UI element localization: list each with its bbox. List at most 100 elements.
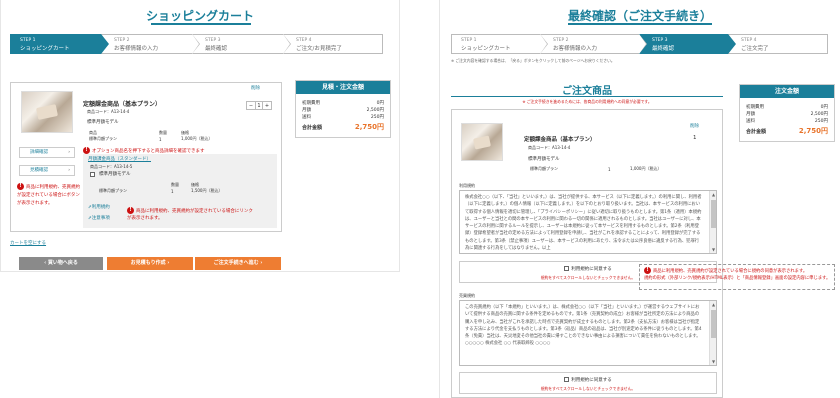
qty-value[interactable]: 1 — [255, 102, 263, 109]
step-number: STEP 1 — [20, 38, 36, 43]
quantity-stepper[interactable]: − 1 + — [246, 101, 272, 110]
title-underline — [151, 23, 251, 25]
option-code: 商品コード：A13-14-5 — [90, 164, 133, 169]
back-button-label: 買い物へ戻る — [47, 260, 78, 266]
chevron-right-icon: › — [68, 168, 70, 173]
product-option: 標準月額モデル — [87, 120, 119, 125]
step-label: 最終確認 — [652, 46, 675, 52]
alert-icon: ! — [83, 147, 90, 154]
step-1: STEP 1 ショッピングカート — [451, 34, 548, 54]
qty-plus-button[interactable]: + — [263, 102, 271, 109]
callout-button: ! 商品に利用規約、売買規約が設定されている場合にボタンが表示されます。 — [17, 183, 81, 208]
step-2: STEP 2 お客様情報の入力 — [101, 34, 200, 54]
summary-row: 送料 250円 — [302, 114, 384, 120]
terms1-text: 株式会社○○（以下、「当社」といいます。）は、当社が提供する、本サービス（以下に… — [465, 195, 702, 252]
total-label: 合計金額 — [302, 125, 323, 131]
delete-link[interactable]: 削除 — [251, 85, 260, 91]
step-label: ショッピングカート — [20, 46, 70, 52]
callout-button-text: 商品に利用規約、売買規約が設定されている場合にボタンが表示されます。 — [17, 185, 80, 206]
step-indicator: STEP 1 ショッピングカート STEP 2 お客様情報の入力 STEP 3 … — [10, 34, 383, 54]
summary-value: 250円 — [814, 119, 828, 124]
product-code: 商品コード：A13-14-4 — [87, 109, 130, 114]
terms-link-a[interactable]: ⇗利用規約 — [88, 204, 110, 210]
agree1-checkbox[interactable] — [564, 266, 570, 271]
detail-button[interactable]: 詳細確認 › — [19, 147, 75, 158]
summary-row: 月額 2,500円 — [746, 111, 828, 117]
delete-link[interactable]: 削除 — [690, 123, 699, 129]
summary-label: 初期費用 — [302, 101, 320, 106]
agree2-sub: 規約をすべてスクロールしないとチェックできません。 — [540, 386, 636, 391]
summary-label: 月額 — [302, 108, 311, 113]
step-2: STEP 2 お客様情報の入力 — [540, 34, 647, 54]
step-number: STEP 4 — [741, 38, 757, 43]
terms1-scrollbox[interactable]: 株式会社○○（以下、「当社」といいます。）は、当社が提供する、本サービス（以下に… — [459, 190, 717, 254]
callout-agree-text: 商品に利用規約、売買規約が設定されている場合に規約の同意が表示されます。 — [653, 269, 808, 274]
order-button[interactable]: ご注文手続きへ進む › — [195, 257, 281, 270]
back-button[interactable]: ‹ 買い物へ戻る — [19, 257, 103, 270]
summary-value: 0円 — [376, 101, 384, 106]
table-cell: 標準月額プラン — [530, 166, 558, 171]
total-value: 2,750円 — [798, 127, 828, 135]
step-number: STEP 3 — [652, 38, 668, 43]
section-title: ご注文商品 — [562, 86, 612, 97]
step-number: STEP 4 — [296, 38, 312, 43]
chevron-right-icon: › — [165, 260, 170, 266]
qty-minus-button[interactable]: − — [247, 102, 255, 109]
summary-label: 送料 — [302, 115, 311, 120]
terms2-label: 売買規約 — [459, 293, 475, 298]
scroll-thumb[interactable] — [711, 310, 716, 338]
step-number: STEP 2 — [114, 38, 130, 43]
quote-button-label: お見積もり作成 — [130, 260, 166, 266]
detail-button-label: 詳細確認 — [30, 150, 48, 155]
product-image — [461, 123, 503, 161]
scroll-thumb[interactable] — [711, 200, 716, 228]
summary-label: 送料 — [746, 119, 755, 124]
quote-button[interactable]: お見積もり作成 › — [107, 257, 193, 270]
terms-button[interactable]: 見積確認 › — [19, 165, 75, 176]
agree2-checkbox[interactable] — [564, 377, 570, 382]
summary-value: 2,500円 — [366, 108, 384, 113]
terms2-scrollbox[interactable]: この売買規約（以下「本規約」といいます。）は、株式会社○○（以下「当社」といいま… — [459, 300, 717, 366]
table-cell: 標準月額プラン — [89, 136, 117, 141]
option-block: 月額課金商品（スタンダード） 商品コード：A13-14-5 標準月額モデル 数量… — [83, 154, 277, 228]
callout-agree: ! 商品に利用規約、売買規約が設定されている場合に規約の同意が表示されます。 規約… — [644, 267, 832, 282]
summary-value: 250円 — [370, 115, 384, 120]
agree2-box: 利用規約に同意する 規約をすべてスクロールしないとチェックできません。 — [459, 372, 717, 394]
clear-cart-link[interactable]: カートを空にする — [10, 240, 46, 246]
order-summary: 注文金額 初期費用 0円 月額 2,500円 送料 250円 合計金額 2,750円 — [739, 84, 835, 142]
summary-title: 見積・注文金額 — [296, 81, 390, 94]
confirm-panel: 最終確認（ご注文手続き） STEP 1 ショッピングカート STEP 2 お客様… — [439, 0, 840, 398]
summary-title: 注文金額 — [740, 85, 834, 98]
order-item: 削除 定額課金商品（基本プラン） 1 商品コード：A13-14-4 標準月額モデ… — [451, 109, 723, 398]
alert-icon: ! — [17, 183, 24, 190]
table-cell: 1,000円（税込） — [630, 166, 662, 171]
step-1: STEP 1 ショッピングカート — [10, 34, 109, 54]
step-label: お客様情報の入力 — [553, 46, 598, 52]
option-checkbox[interactable] — [90, 172, 95, 177]
product-name: 定額課金商品（基本プラン） — [524, 137, 596, 143]
option-name-link[interactable]: 月額課金商品（スタンダード） — [88, 156, 151, 162]
agree1-label: 利用規約に同意する — [571, 267, 612, 272]
step-3: STEP 3 最終確認 — [639, 34, 736, 54]
terms-link-a-label: 利用規約 — [91, 205, 110, 210]
terms2-scrollbar[interactable] — [709, 301, 716, 365]
terms2-text: この売買規約（以下「本規約」といいます。）は、株式会社○○（以下「当社」といいま… — [465, 305, 702, 347]
terms-link-b[interactable]: ⇗注意事項 — [88, 215, 110, 221]
step-label: お客様情報の入力 — [114, 46, 159, 52]
agree2-row[interactable]: 利用規約に同意する — [460, 377, 716, 383]
line-table: 標準月額プラン 1 1,000円（税込） — [528, 166, 663, 172]
alert-icon: ! — [127, 207, 134, 214]
chevron-right-icon: › — [258, 260, 263, 266]
summary-value: 2,500円 — [810, 112, 828, 117]
product-image — [21, 91, 73, 133]
terms1-scrollbar[interactable] — [709, 191, 716, 253]
table-cell: 1,500円（税込） — [191, 188, 223, 193]
order-summary: 見積・注文金額 初期費用 0円 月額 2,500円 送料 250円 合計金額 2,750… — [295, 80, 391, 138]
cart-item: 削除 定額課金商品（基本プラン） 商品コード：A13-14-4 標準月額モデル … — [10, 82, 282, 232]
product-qty: 1 — [693, 135, 697, 141]
callout-option: ! オプション商品名を押下すると商品詳細を確認できます — [83, 147, 205, 154]
summary-total: 合計金額 2,750円 — [746, 127, 828, 135]
option-table: 数量 価格 標準月額プラン 1 1,500円（税込） — [97, 182, 224, 194]
terms-link-b-label: 注意事項 — [91, 216, 110, 221]
product-name: 定額課金商品（基本プラン） — [83, 101, 162, 108]
